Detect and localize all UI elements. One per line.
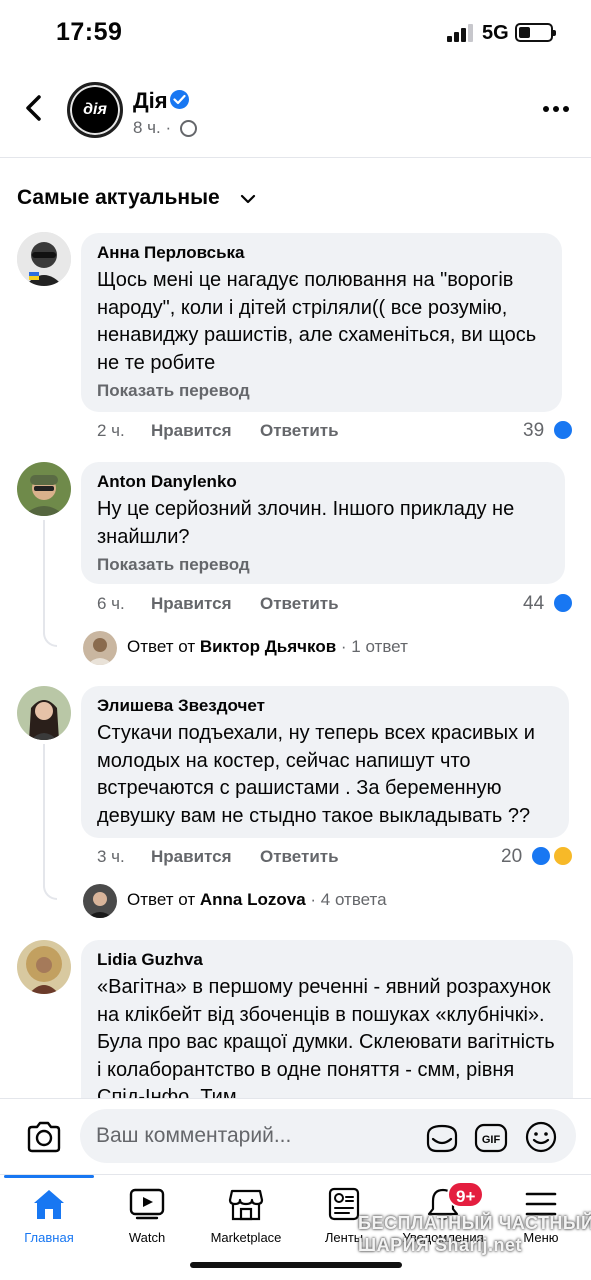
verified-badge-icon bbox=[170, 90, 189, 109]
avatar[interactable] bbox=[17, 940, 71, 994]
comment-actions: 3 ч. Нравится Ответить bbox=[97, 847, 557, 869]
page-name[interactable]: Дія bbox=[133, 88, 168, 114]
like-reaction-icon bbox=[552, 592, 574, 614]
back-arrow-icon[interactable] bbox=[20, 93, 50, 123]
gif-icon[interactable]: GIF bbox=[474, 1123, 508, 1153]
replies-author: Виктор Дьячков bbox=[199, 637, 337, 656]
comment-text: «Вагітна» в першому реченні - явний розр… bbox=[97, 976, 555, 1108]
home-indicator bbox=[190, 1262, 402, 1268]
comment-bubble: Анна Перловська Щось мені це нагадує пол… bbox=[81, 233, 562, 412]
notifications-badge: 9+ bbox=[447, 1181, 485, 1208]
show-translation-link[interactable]: Показать перевод bbox=[97, 380, 546, 402]
reaction-count[interactable]: 39 bbox=[523, 420, 544, 442]
watermark-line: БЕСПЛАТНЫЙ ЧАСТНЫЙ bbox=[358, 1213, 591, 1233]
globe-icon bbox=[180, 120, 197, 137]
replies-author: Anna Lozova bbox=[199, 890, 306, 909]
reaction-count[interactable]: 20 bbox=[501, 846, 522, 868]
watermark: БЕСПЛАТНЫЙ ЧАСТНЫЙ ШАРИЯ Sharij.net bbox=[358, 1212, 591, 1256]
camera-icon[interactable] bbox=[26, 1121, 62, 1153]
show-translation-link[interactable]: Показать перевод bbox=[97, 554, 549, 576]
comment-author[interactable]: Анна Перловська bbox=[97, 242, 546, 264]
like-reaction-icon bbox=[530, 845, 552, 867]
replies-count: · 4 ответа bbox=[310, 890, 387, 909]
replies-prefix: Ответ от bbox=[127, 890, 196, 909]
reaction-count[interactable]: 44 bbox=[523, 593, 544, 615]
view-replies-link[interactable]: Ответ от Виктор Дьячков · 1 ответ bbox=[127, 637, 408, 657]
comment-author[interactable]: Lidia Guzhva bbox=[97, 949, 557, 971]
emoji-icon[interactable] bbox=[525, 1121, 557, 1153]
home-icon bbox=[34, 1190, 64, 1219]
sort-selector[interactable]: Самые актуальные bbox=[17, 186, 220, 210]
view-replies-link[interactable]: Ответ от Anna Lozova · 4 ответа bbox=[127, 890, 387, 910]
replies-prefix: Ответ от bbox=[127, 637, 196, 656]
svg-text:GIF: GIF bbox=[482, 1134, 501, 1146]
comment-text: Стукачи подъехали, ну теперь всех красив… bbox=[97, 722, 535, 827]
watermark-line: ШАРИЯ Sharij.net bbox=[358, 1235, 522, 1255]
more-options-icon[interactable] bbox=[543, 104, 571, 114]
comment-time: 6 ч. bbox=[97, 594, 125, 613]
post-time: 8 ч. · bbox=[133, 118, 172, 137]
care-reaction-icon bbox=[552, 845, 574, 867]
page-logo-text: дія bbox=[83, 101, 107, 118]
reply-button[interactable]: Ответить bbox=[260, 847, 339, 867]
post-header: дія Дія 8 ч. · bbox=[0, 66, 591, 158]
like-button[interactable]: Нравится bbox=[151, 594, 232, 614]
like-reaction-icon bbox=[552, 419, 574, 441]
page-avatar[interactable]: дія bbox=[67, 82, 123, 138]
comment-time: 3 ч. bbox=[97, 847, 125, 866]
thread-line bbox=[43, 744, 57, 900]
status-time: 17:59 bbox=[56, 18, 123, 46]
marketplace-icon bbox=[228, 1189, 264, 1221]
watch-icon bbox=[129, 1188, 165, 1220]
sticker-icon[interactable] bbox=[425, 1123, 459, 1153]
comment-author[interactable]: Anton Danylenko bbox=[97, 471, 549, 493]
avatar[interactable] bbox=[17, 686, 71, 740]
comment-composer: GIF bbox=[0, 1098, 591, 1174]
comment-actions: 6 ч. Нравится Ответить bbox=[97, 594, 557, 616]
like-button[interactable]: Нравится bbox=[151, 421, 232, 441]
comment-text: Щось мені це нагадує полювання на "ворог… bbox=[97, 269, 537, 374]
replies-count: · 1 ответ bbox=[340, 637, 408, 656]
avatar[interactable] bbox=[17, 232, 71, 286]
comment-actions: 2 ч. Нравится Ответить bbox=[97, 421, 557, 443]
network-type: 5G bbox=[482, 22, 509, 44]
comment-bubble: Элишева Звездочет Стукачи подъехали, ну … bbox=[81, 686, 569, 838]
comment-author[interactable]: Элишева Звездочет bbox=[97, 695, 553, 717]
avatar[interactable] bbox=[83, 631, 117, 665]
chevron-down-icon[interactable] bbox=[240, 193, 256, 205]
reply-button[interactable]: Ответить bbox=[260, 421, 339, 441]
feeds-icon bbox=[328, 1187, 360, 1221]
avatar[interactable] bbox=[17, 462, 71, 516]
comment-text: Ну це серйозний злочин. Іншого прикладу … bbox=[97, 498, 515, 548]
reply-button[interactable]: Ответить bbox=[260, 594, 339, 614]
comment-bubble: Anton Danylenko Ну це серйозний злочин. … bbox=[81, 462, 565, 584]
signal-icon bbox=[447, 24, 473, 42]
thread-line bbox=[43, 520, 57, 647]
comment-time: 2 ч. bbox=[97, 421, 125, 440]
battery-icon bbox=[515, 23, 556, 42]
like-button[interactable]: Нравится bbox=[151, 847, 232, 867]
status-bar: 17:59 5G bbox=[0, 0, 591, 66]
avatar[interactable] bbox=[83, 884, 117, 918]
